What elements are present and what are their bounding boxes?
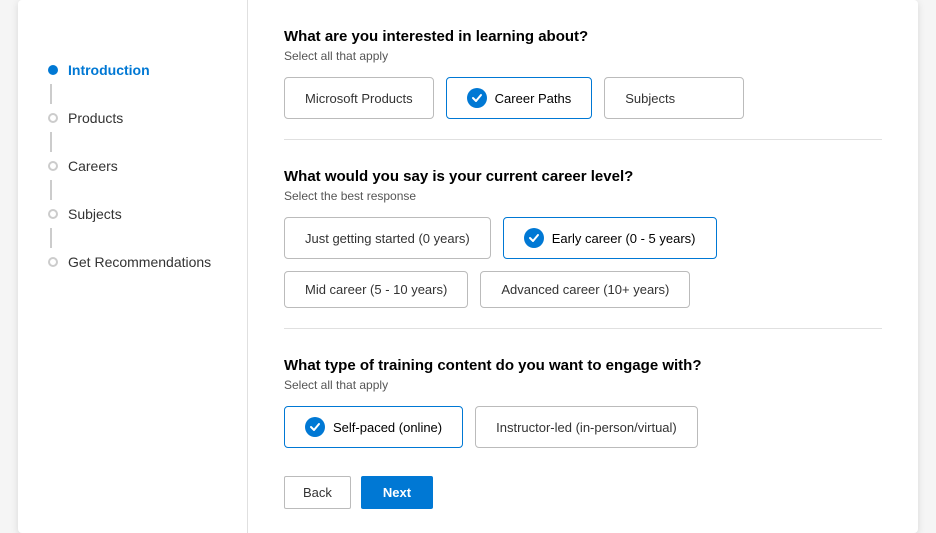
section-subtitle: Select all that apply bbox=[284, 378, 882, 392]
nav-item-get-recommendations[interactable]: Get Recommendations bbox=[34, 244, 223, 280]
main-content: What are you interested in learning abou… bbox=[248, 0, 918, 533]
nav-item-products[interactable]: Products bbox=[34, 100, 223, 136]
section-subtitle: Select all that apply bbox=[284, 49, 882, 63]
inactive-dot-icon bbox=[48, 209, 58, 219]
section-interests: What are you interested in learning abou… bbox=[284, 28, 882, 140]
nav-item-careers[interactable]: Careers bbox=[34, 148, 223, 184]
inactive-dot-icon bbox=[48, 257, 58, 267]
nav-item-introduction[interactable]: Introduction bbox=[34, 52, 223, 88]
check-circle-icon bbox=[467, 88, 487, 108]
option-btn-subjects[interactable]: Subjects bbox=[604, 77, 744, 119]
main-container: Introduction Products Careers Subjects Get R… bbox=[18, 0, 918, 533]
options-row: Microsoft Products Career Paths Subjects bbox=[284, 77, 882, 119]
section-title: What type of training content do you wan… bbox=[284, 357, 882, 374]
option-btn-career-paths[interactable]: Career Paths bbox=[446, 77, 593, 119]
option-label: Career Paths bbox=[495, 91, 572, 106]
option-label: Mid career (5 - 10 years) bbox=[305, 282, 447, 297]
option-label: Instructor-led (in-person/virtual) bbox=[496, 420, 677, 435]
section-title: What are you interested in learning abou… bbox=[284, 28, 882, 45]
footer-buttons: Back Next bbox=[284, 476, 882, 509]
option-label: Early career (0 - 5 years) bbox=[552, 231, 696, 246]
section-career_level: What would you say is your current caree… bbox=[284, 168, 882, 329]
option-label: Microsoft Products bbox=[305, 91, 413, 106]
option-btn-microsoft-products[interactable]: Microsoft Products bbox=[284, 77, 434, 119]
option-btn-self-paced-online[interactable]: Self-paced (online) bbox=[284, 406, 463, 448]
option-btn-just-getting-started-0-years[interactable]: Just getting started (0 years) bbox=[284, 217, 491, 259]
option-btn-instructor-led-in-personvirtual[interactable]: Instructor-led (in-person/virtual) bbox=[475, 406, 698, 448]
option-label: Subjects bbox=[625, 91, 675, 106]
section-subtitle: Select the best response bbox=[284, 189, 882, 203]
inactive-dot-icon bbox=[48, 113, 58, 123]
option-label: Advanced career (10+ years) bbox=[501, 282, 669, 297]
section-divider bbox=[284, 139, 882, 140]
section-divider bbox=[284, 328, 882, 329]
check-circle-icon bbox=[524, 228, 544, 248]
nav-item-label: Careers bbox=[68, 158, 118, 174]
active-dot-icon bbox=[48, 65, 58, 75]
nav-item-label: Subjects bbox=[68, 206, 122, 222]
check-circle-icon bbox=[305, 417, 325, 437]
nav-item-label: Products bbox=[68, 110, 123, 126]
option-btn-mid-career-5---10-years[interactable]: Mid career (5 - 10 years) bbox=[284, 271, 468, 308]
nav-item-label: Get Recommendations bbox=[68, 254, 211, 270]
nav-item-subjects[interactable]: Subjects bbox=[34, 196, 223, 232]
section-title: What would you say is your current caree… bbox=[284, 168, 882, 185]
back-button[interactable]: Back bbox=[284, 476, 351, 509]
option-btn-advanced-career-10+-years[interactable]: Advanced career (10+ years) bbox=[480, 271, 690, 308]
nav-item-label: Introduction bbox=[68, 62, 150, 78]
option-label: Self-paced (online) bbox=[333, 420, 442, 435]
option-btn-early-career-0---5-years[interactable]: Early career (0 - 5 years) bbox=[503, 217, 717, 259]
option-label: Just getting started (0 years) bbox=[305, 231, 470, 246]
options-row: Just getting started (0 years) Early care… bbox=[284, 217, 882, 308]
sidebar: Introduction Products Careers Subjects Get R… bbox=[18, 0, 248, 533]
nav-list: Introduction Products Careers Subjects Get R… bbox=[46, 52, 223, 280]
next-button[interactable]: Next bbox=[361, 476, 433, 509]
section-training_type: What type of training content do you wan… bbox=[284, 357, 882, 448]
inactive-dot-icon bbox=[48, 161, 58, 171]
options-row: Self-paced (online) Instructor-led (in-pe… bbox=[284, 406, 882, 448]
